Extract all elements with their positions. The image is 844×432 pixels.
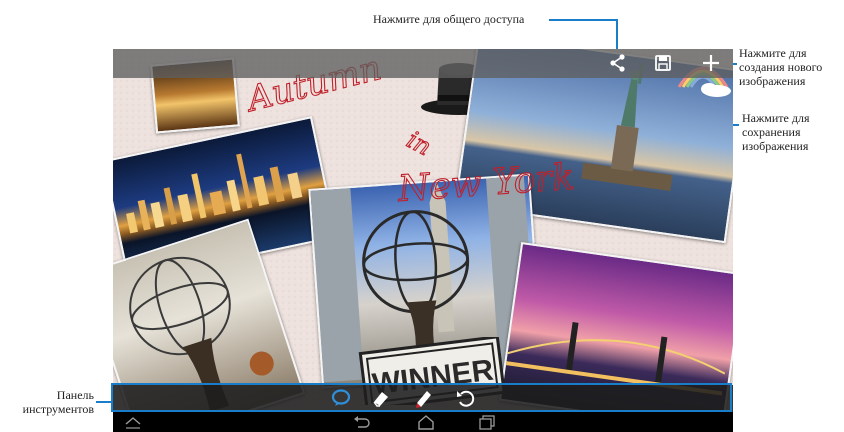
new-image-callout-text: Нажмите для создания нового изображения	[739, 46, 822, 88]
new-image-callout-line-3: изображения	[739, 74, 806, 88]
back-icon[interactable]	[351, 413, 371, 431]
toolbar-highlight-frame	[111, 383, 732, 412]
save-icon[interactable]	[652, 52, 674, 74]
new-image-callout-line-2: создания нового	[739, 60, 823, 74]
system-navigation-bar	[113, 412, 733, 432]
recent-apps-icon[interactable]	[477, 413, 497, 431]
top-action-bar	[113, 49, 733, 78]
save-image-callout-text: Нажмите для сохранения изображения	[742, 111, 809, 153]
save-image-callout-line-1: Нажмите для	[742, 111, 810, 125]
share-icon[interactable]	[607, 52, 629, 74]
share-callout-line	[549, 19, 618, 21]
toolbar-callout-line-2: инструментов	[22, 402, 94, 416]
toolbar-callout-text: Панель инструментов	[2, 388, 94, 416]
toolbar-callout-line-1: Панель	[56, 388, 94, 402]
share-callout-text: Нажмите для общего доступа	[373, 12, 525, 26]
new-image-callout-line-1: Нажмите для	[739, 46, 807, 60]
save-image-callout-line-3: изображения	[742, 139, 809, 153]
save-image-callout-line-2: сохранения	[742, 125, 801, 139]
add-icon[interactable]	[700, 52, 722, 74]
chevron-up-icon[interactable]	[123, 413, 143, 431]
device-screen: WINNER Autumn in New York	[113, 49, 733, 432]
home-icon[interactable]	[416, 413, 436, 431]
